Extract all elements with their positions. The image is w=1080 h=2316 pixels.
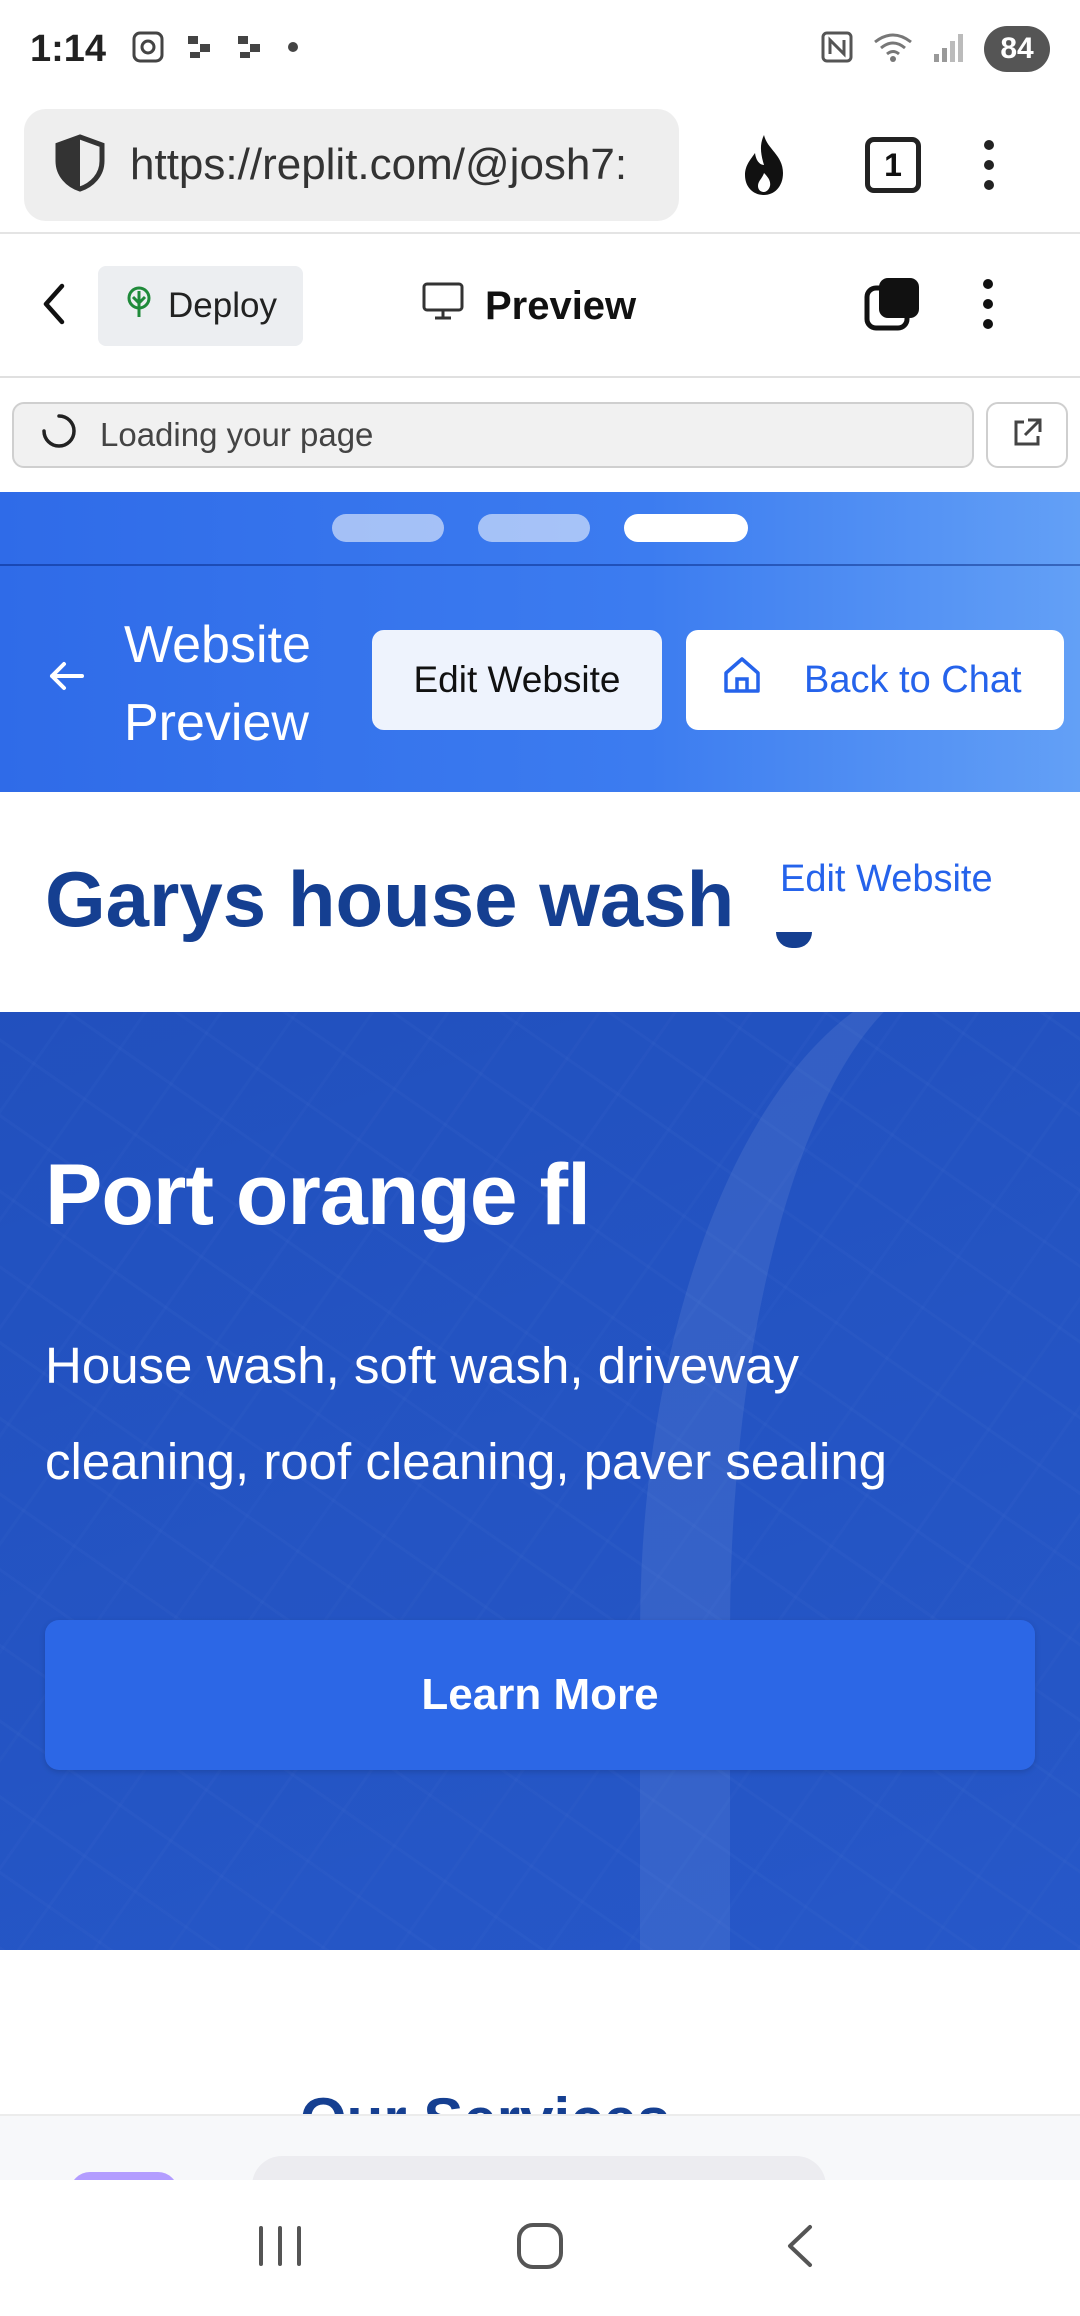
wifi-icon [872, 30, 914, 69]
loading-text: Loading your page [100, 416, 374, 453]
webview-address-row: Loading your page [0, 380, 1080, 490]
preview-tab[interactable]: Preview [421, 281, 636, 331]
signal-icon [932, 30, 966, 69]
url-text[interactable]: https://replit.com/@josh7: [130, 140, 627, 190]
address-bar[interactable]: https://replit.com/@josh7: [24, 109, 679, 221]
home-button[interactable] [480, 2198, 600, 2298]
tab-switcher-button[interactable]: 1 [865, 137, 921, 193]
back-to-chat-label: Back to Chat [804, 658, 1022, 701]
recent-apps-button[interactable] [220, 2198, 340, 2298]
page-indicator-dot-active[interactable] [624, 514, 748, 542]
open-external-button[interactable] [986, 402, 1068, 468]
page-indicator-dot[interactable] [478, 514, 590, 542]
learn-more-button[interactable]: Learn More [45, 1620, 1035, 1770]
chat-input[interactable] [252, 2156, 826, 2180]
clipped-text-fragment [776, 932, 812, 948]
hero-section: Port orange fl House wash, soft wash, dr… [0, 1012, 1080, 1950]
shield-icon[interactable] [52, 133, 108, 198]
more-notifications-dot-icon [286, 40, 300, 59]
status-bar: 1:14 84 [0, 0, 1080, 98]
loading-spinner-icon [40, 412, 78, 458]
status-time: 1:14 [30, 27, 107, 70]
monitor-icon [421, 281, 465, 331]
preview-header: Website Preview Edit Website Back to Cha… [0, 492, 1080, 792]
more-options-icon[interactable] [982, 278, 994, 335]
edit-website-button[interactable]: Edit Website [372, 630, 662, 730]
hero-heading: Port orange fl [45, 1147, 591, 1243]
deploy-label: Deploy [168, 286, 277, 325]
tab-count: 1 [865, 137, 921, 193]
notification-app-icon [186, 32, 216, 67]
replit-header: Deploy Preview [0, 236, 1080, 378]
home-outline-icon [722, 655, 762, 705]
page-indicator-dot[interactable] [332, 514, 444, 542]
flame-icon[interactable] [737, 133, 791, 197]
battery-indicator: 84 [984, 26, 1050, 72]
preview-title: Website Preview [124, 616, 311, 752]
back-icon [782, 2221, 818, 2276]
recent-apps-icon [255, 2224, 305, 2273]
back-button[interactable] [740, 2198, 860, 2298]
external-link-icon [1010, 416, 1044, 455]
services-heading: Our Services [300, 2090, 670, 2114]
notification-app-icon-2 [236, 32, 266, 67]
browser-toolbar: https://replit.com/@josh7: 1 [0, 98, 1080, 234]
home-icon [515, 2221, 565, 2276]
chat-input-bar [0, 2114, 1080, 2180]
back-to-chat-button[interactable]: Back to Chat [686, 630, 1064, 730]
site-edit-link[interactable]: Edit Website [780, 858, 993, 901]
layers-icon[interactable] [864, 275, 922, 338]
webview-url-field[interactable]: Loading your page [12, 402, 974, 468]
site-header: Garys house washi Edit Website [0, 792, 1080, 1012]
arrow-left-icon[interactable] [48, 660, 84, 697]
back-chevron-icon[interactable] [40, 282, 68, 331]
system-nav-bar [0, 2180, 1080, 2316]
hero-description: House wash, soft wash, driveway cleaning… [45, 1337, 888, 1490]
divider [0, 564, 1080, 566]
site-title: Garys house washi [45, 855, 735, 943]
deploy-icon [124, 285, 154, 328]
nfc-icon [820, 30, 854, 69]
preview-label: Preview [484, 283, 637, 328]
agent-avatar[interactable] [70, 2172, 178, 2180]
page-indicator [0, 514, 1080, 554]
screenshot-icon [130, 29, 166, 70]
deploy-button[interactable]: Deploy [98, 266, 303, 346]
browser-menu-icon[interactable] [983, 139, 995, 191]
